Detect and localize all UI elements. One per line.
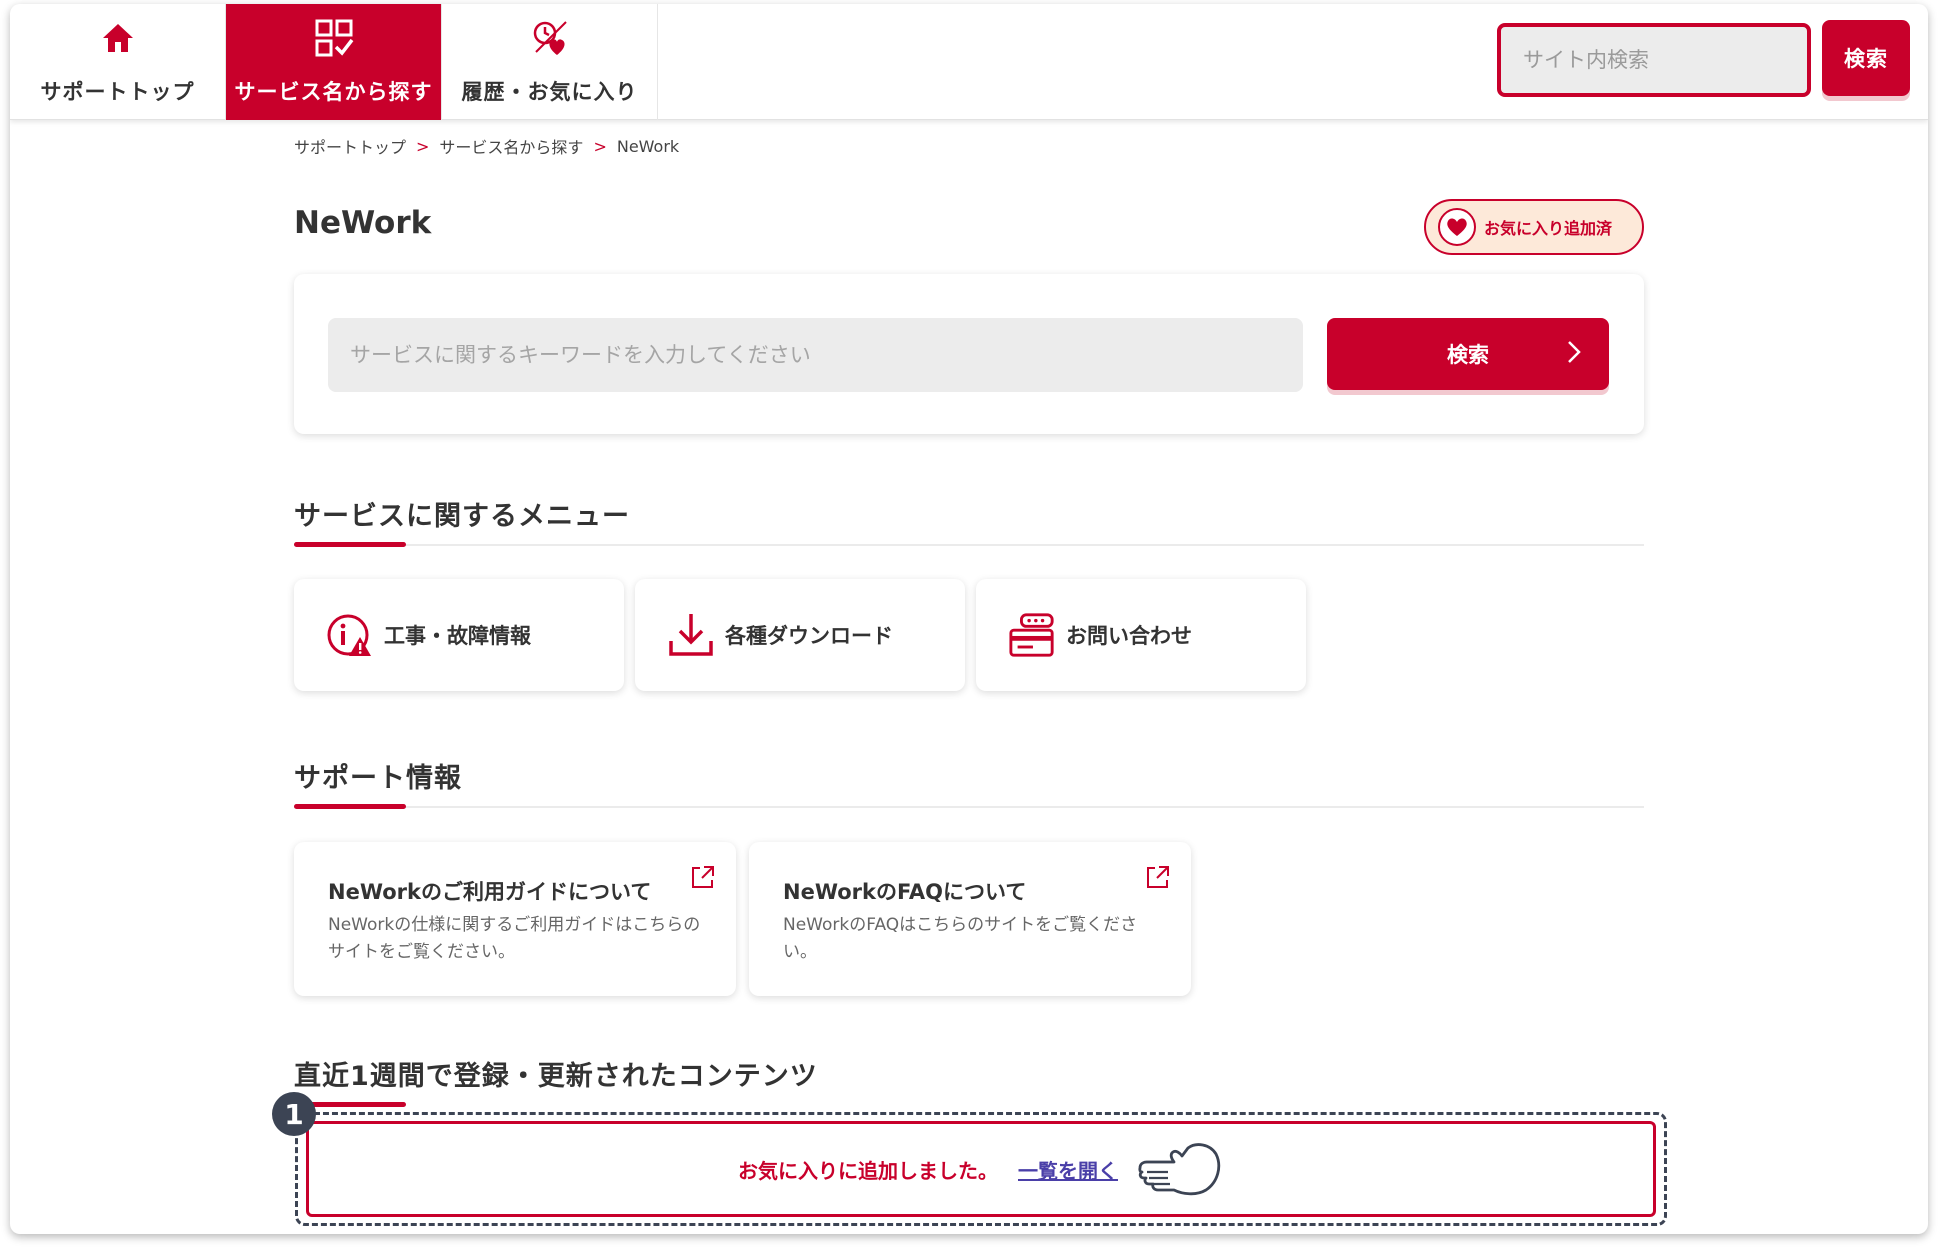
support-card-title: NeWorkのご利用ガイドについて	[328, 880, 652, 904]
chevron-right-icon: >	[593, 136, 607, 156]
top-navigation: サポートトップ サービス名から探す 履歴・お気に入り サイト内検索 検索	[10, 4, 1928, 120]
menu-card-maintenance[interactable]: 工事・故障情報	[294, 579, 624, 691]
support-card-faq[interactable]: NeWorkのFAQについて NeWorkのFAQはこちらのサイトをご覧ください…	[749, 842, 1191, 996]
service-search-button-label: 検索	[1447, 343, 1489, 367]
step-number-badge: 1	[272, 1092, 316, 1136]
nav-tab-support-top[interactable]: サポートトップ	[10, 4, 226, 120]
toast-message: お気に入りに追加しました。	[738, 1158, 998, 1183]
inquiry-icon	[1008, 611, 1056, 659]
service-search-card: 検索	[294, 274, 1644, 434]
section-title-menu: サービスに関するメニュー	[294, 501, 630, 532]
support-card-description: NeWorkのFAQはこちらのサイトをご覧ください。	[783, 915, 1138, 962]
nav-tab-label: 履歴・お気に入り	[461, 80, 638, 104]
chevron-right-icon: >	[416, 136, 430, 156]
section-title-support: サポート情報	[294, 763, 462, 794]
nav-tab-service-search[interactable]: サービス名から探す	[226, 4, 442, 120]
external-link-icon	[1145, 864, 1171, 894]
pointing-hand-icon	[1134, 1134, 1224, 1204]
page-title: NeWork	[294, 205, 432, 241]
nav-tab-history-favorites[interactable]: 履歴・お気に入り	[442, 4, 658, 120]
support-card-title: NeWorkのFAQについて	[783, 880, 1027, 904]
menu-card-label: 各種ダウンロード	[725, 624, 893, 648]
service-search-button[interactable]: 検索	[1327, 318, 1609, 390]
favorite-added-toast: お気に入りに追加しました。 一覧を開く	[306, 1121, 1656, 1217]
site-search-button[interactable]: 検索	[1822, 20, 1910, 96]
heart-icon	[1438, 208, 1476, 246]
breadcrumb: サポートトップ > サービス名から探す > NeWork	[294, 134, 679, 158]
nav-tab-label: サービス名から探す	[234, 80, 433, 104]
section-divider	[294, 542, 1644, 547]
browser-frame: サポートトップ サービス名から探す 履歴・お気に入り サイト内検索 検索 サポー…	[10, 4, 1928, 1234]
breadcrumb-item-service-search[interactable]: サービス名から探す	[439, 134, 583, 158]
menu-card-download[interactable]: 各種ダウンロード	[635, 579, 965, 691]
open-list-link[interactable]: 一覧を開く	[1018, 1155, 1118, 1184]
breadcrumb-item-current: NeWork	[616, 136, 680, 156]
info-warning-icon	[326, 611, 374, 659]
favorite-added-button[interactable]: お気に入り追加済	[1424, 199, 1644, 255]
download-icon	[667, 611, 715, 659]
breadcrumb-item-support-top[interactable]: サポートトップ	[294, 134, 406, 158]
menu-card-label: お問い合わせ	[1066, 624, 1192, 648]
grid-check-icon	[310, 14, 358, 62]
home-icon	[94, 14, 142, 62]
nav-tab-label: サポートトップ	[40, 80, 195, 104]
support-card-description: NeWorkの仕様に関するご利用ガイドはこちらのサイトをご覧ください。	[328, 915, 701, 962]
site-search-input[interactable]	[1497, 23, 1811, 97]
menu-card-label: 工事・故障情報	[384, 624, 531, 648]
service-search-input[interactable]	[328, 318, 1303, 392]
external-link-icon	[690, 864, 716, 894]
section-title-recent: 直近1週間で登録・更新されたコンテンツ	[294, 1061, 818, 1092]
support-card-guide[interactable]: NeWorkのご利用ガイドについて NeWorkの仕様に関するご利用ガイドはこち…	[294, 842, 736, 996]
section-divider	[294, 804, 1644, 809]
section-divider	[294, 1102, 1644, 1107]
history-heart-icon	[526, 14, 574, 62]
favorite-badge-label: お気に入り追加済	[1484, 219, 1613, 238]
chevron-right-icon	[1567, 340, 1581, 369]
menu-card-inquiry[interactable]: お問い合わせ	[976, 579, 1306, 691]
